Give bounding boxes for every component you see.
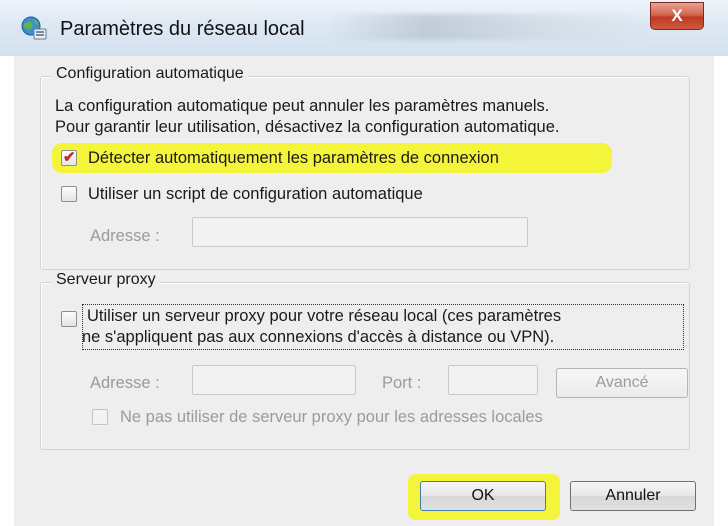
use-proxy-checkbox[interactable] — [61, 311, 77, 327]
title-bar-background — [330, 14, 650, 40]
close-button[interactable]: X — [650, 2, 704, 30]
detect-settings-checkbox[interactable] — [61, 148, 77, 166]
bypass-local-checkbox[interactable] — [92, 409, 108, 425]
cancel-button[interactable]: Annuler — [570, 481, 696, 511]
auto-config-description-line2: Pour garantir leur utilisation, désactiv… — [55, 118, 560, 136]
proxy-group-title: Serveur proxy — [52, 271, 160, 289]
bypass-local-label[interactable]: Ne pas utiliser de serveur proxy pour le… — [120, 407, 543, 428]
auto-config-description-line1: La configuration automatique peut annule… — [55, 97, 550, 115]
auto-config-script-label[interactable]: Utiliser un script de configuration auto… — [88, 184, 423, 205]
proxy-port-input[interactable] — [448, 365, 538, 395]
use-proxy-label[interactable]: Utiliser un serveur proxy pour votre rés… — [82, 304, 684, 350]
ok-button[interactable]: OK — [420, 481, 546, 511]
advanced-button[interactable]: Avancé — [556, 368, 688, 398]
auto-config-group-title: Configuration automatique — [52, 65, 248, 83]
use-proxy-label-line2: ne s'appliquent pas aux connexions d'acc… — [82, 328, 555, 346]
proxy-address-input[interactable] — [192, 365, 356, 395]
proxy-port-label: Port : — [382, 374, 422, 392]
script-address-input[interactable] — [192, 217, 528, 247]
detect-settings-label[interactable]: Détecter automatiquement les paramètres … — [88, 148, 499, 169]
use-proxy-label-line1: Utiliser un serveur proxy pour votre rés… — [87, 307, 562, 325]
title-bar[interactable]: Paramètres du réseau local X — [0, 0, 728, 56]
auto-config-script-checkbox[interactable] — [61, 186, 77, 202]
dialog-body: Configuration automatique La configurati… — [14, 56, 714, 526]
window-title: Paramètres du réseau local — [60, 18, 305, 40]
proxy-address-label: Adresse : — [90, 374, 160, 392]
script-address-label: Adresse : — [90, 227, 160, 245]
network-globe-icon — [21, 16, 47, 40]
